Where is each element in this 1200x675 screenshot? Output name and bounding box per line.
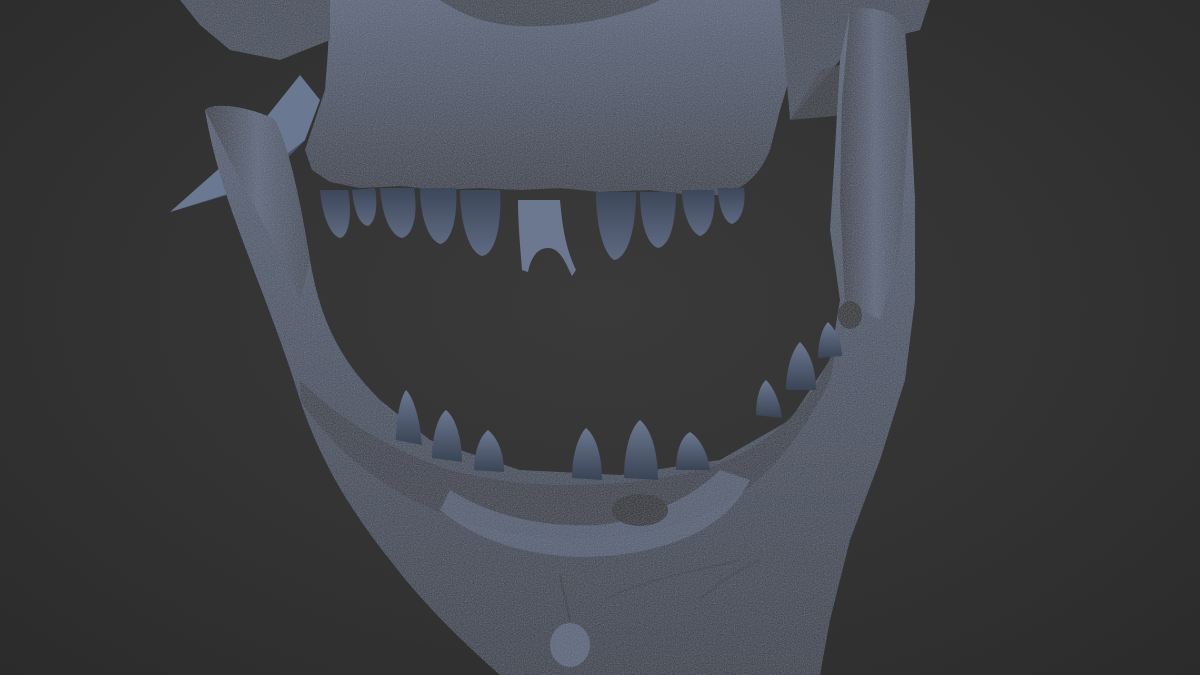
render-viewport <box>0 0 1200 675</box>
skull-render <box>170 0 930 675</box>
upper-teeth <box>320 188 745 276</box>
